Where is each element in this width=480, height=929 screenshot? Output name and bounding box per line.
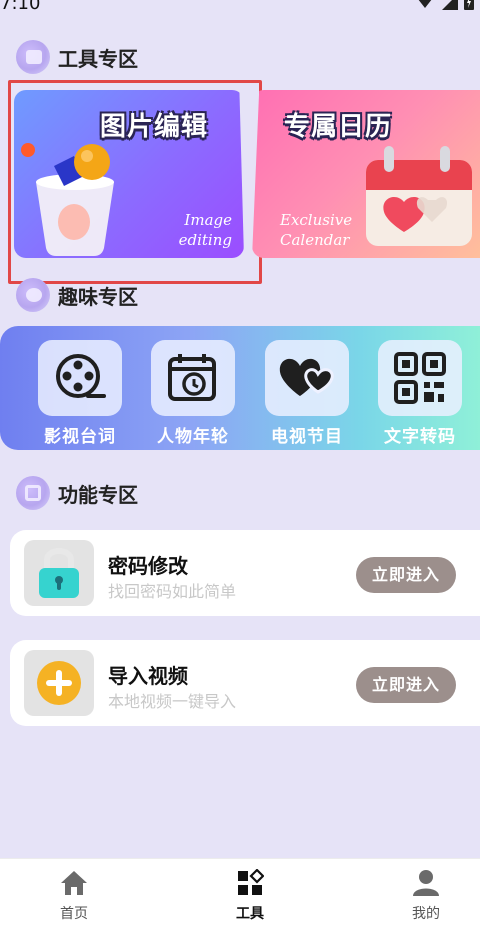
user-icon: [413, 870, 439, 896]
fun-strip: 影视台词 人物年轮 电视节目 文字转码: [0, 326, 480, 450]
section-fun-header: 趣味专区: [16, 278, 138, 312]
section-tools-header: 工具专区: [16, 40, 138, 74]
function-title: 密码修改: [108, 554, 188, 578]
fun-item-label: 人物年轮: [157, 427, 229, 447]
function-card-password: 密码修改 找回密码如此简单 立即进入: [10, 530, 480, 616]
nav-home[interactable]: 首页: [34, 869, 114, 923]
exclusive-calendar-subtitle-line2: Calendar: [280, 231, 350, 249]
nav-mine[interactable]: 我的: [386, 869, 466, 923]
fun-item-label: 电视节目: [271, 427, 343, 447]
section-function-title: 功能专区: [58, 482, 138, 507]
function-card-import-video: 导入视频 本地视频一键导入 立即进入: [10, 640, 480, 726]
qr-code-icon: [378, 340, 462, 416]
status-icons: [414, 0, 474, 10]
fun-item-tv-programs[interactable]: 电视节目: [257, 340, 357, 447]
fun-item-film-lines[interactable]: 影视台词: [30, 340, 130, 447]
exclusive-calendar-subtitle-line1: Exclusive: [280, 211, 353, 229]
function-section-icon: [16, 476, 50, 510]
exclusive-calendar-card[interactable]: 专属日历 Exclusive Calendar: [252, 90, 480, 258]
nav-label: 我的: [412, 906, 440, 922]
battery-icon: [464, 0, 474, 10]
status-bar: 7:10: [0, 0, 480, 18]
exclusive-calendar-title: 专属日历: [284, 112, 393, 142]
home-icon: [61, 871, 87, 895]
hearts-icon: [265, 340, 349, 416]
fun-item-label: 影视台词: [44, 427, 116, 447]
status-time: 7:10: [0, 0, 41, 14]
selection-highlight-frame: [8, 80, 262, 284]
film-reel-icon: [38, 340, 122, 416]
tools-grid-icon: [238, 868, 265, 895]
nav-label: 工具: [236, 906, 264, 922]
nav-tools[interactable]: 工具: [210, 868, 290, 923]
padlock-icon: [24, 540, 94, 606]
section-function-header: 功能专区: [16, 476, 138, 510]
bottom-nav: 首页 工具 我的: [0, 858, 480, 929]
fun-item-text-encode[interactable]: 文字转码: [370, 340, 470, 447]
calendar-heart-illustration-icon: [366, 146, 472, 246]
enter-import-video-button[interactable]: 立即进入: [356, 667, 456, 703]
plus-circle-icon: [24, 650, 94, 716]
signal-icon: [442, 0, 458, 10]
tools-section-icon: [16, 40, 50, 74]
function-subtitle: 找回密码如此简单: [108, 582, 237, 601]
fun-section-icon: [16, 278, 50, 312]
section-fun-title: 趣味专区: [58, 284, 138, 309]
function-subtitle: 本地视频一键导入: [108, 692, 237, 711]
wifi-icon: [418, 0, 432, 8]
fun-item-label: 文字转码: [384, 427, 456, 447]
section-tools-title: 工具专区: [58, 46, 138, 71]
calendar-clock-icon: [151, 340, 235, 416]
nav-label: 首页: [60, 906, 88, 922]
exclusive-calendar-subtitle: Exclusive Calendar: [280, 210, 352, 250]
function-title: 导入视频: [108, 664, 188, 688]
enter-password-button[interactable]: 立即进入: [356, 557, 456, 593]
fun-item-person-rings[interactable]: 人物年轮: [143, 340, 243, 447]
